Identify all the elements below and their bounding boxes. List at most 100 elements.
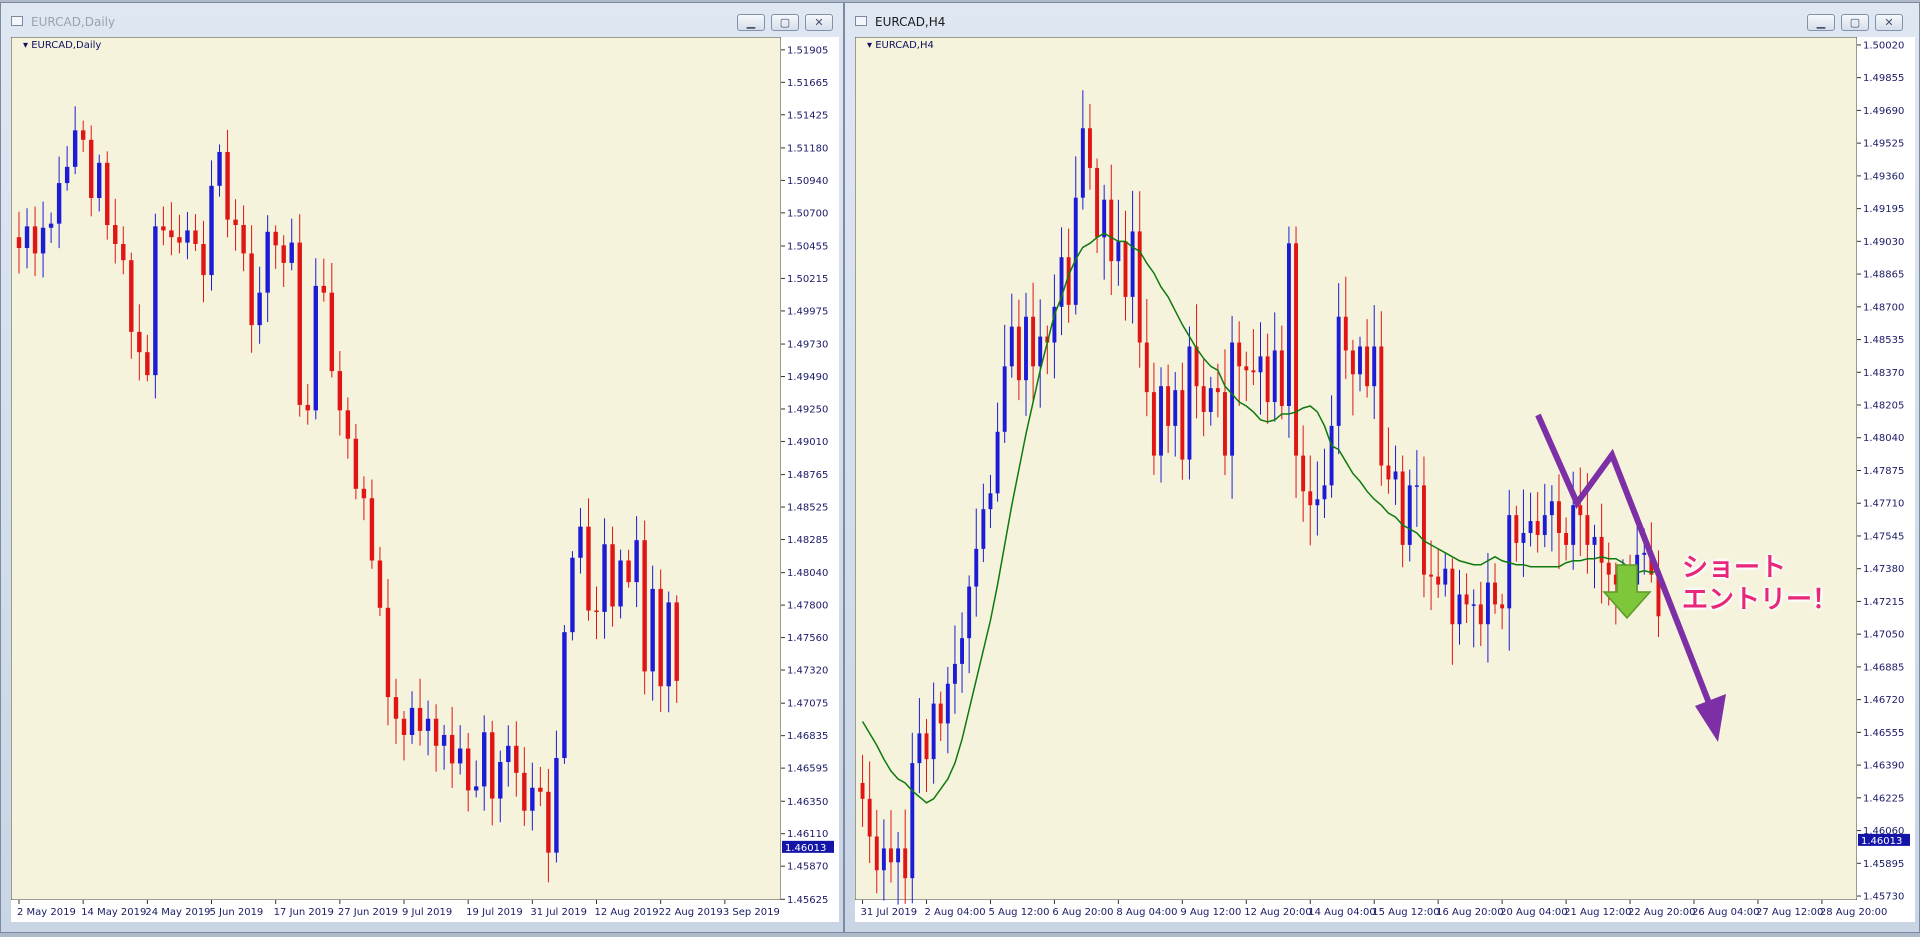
- h4-candle-body: [1038, 336, 1043, 367]
- daily-candle-body: [473, 786, 479, 791]
- daily-x-tick-label: 2 May 2019: [17, 907, 76, 918]
- h4-x-tick-label: 2 Aug 04:00: [925, 907, 986, 918]
- h4-candle-body: [903, 848, 908, 879]
- h4-candle-body: [1628, 570, 1632, 585]
- daily-candle-body: [64, 166, 70, 184]
- h4-candle-body: [1443, 568, 1448, 585]
- h4-candle-body: [1635, 554, 1640, 585]
- h4-x-tick-label: 6 Aug 20:00: [1052, 907, 1113, 918]
- h4-candle-body: [1279, 350, 1284, 407]
- h4-y-tick-label: 1.46720: [1863, 695, 1904, 706]
- h4-x-tick-label: 21 Aug 12:00: [1564, 907, 1631, 918]
- daily-candle-body: [441, 734, 447, 746]
- daily-x-tick-label: 17 Jun 2019: [274, 907, 334, 918]
- h4-candle-body: [1656, 574, 1661, 617]
- h4-candle-body: [1358, 346, 1362, 375]
- h4-candle-body: [1151, 392, 1156, 456]
- daily-candle-body: [506, 745, 511, 763]
- h4-y-tick-label: 1.46885: [1863, 662, 1904, 673]
- h4-candle-body: [1557, 501, 1561, 533]
- h4-candle-body: [1080, 128, 1085, 198]
- minimize-button[interactable]: ▁: [737, 14, 765, 31]
- h4-candle-body: [1528, 521, 1533, 533]
- daily-y-tick-label: 1.49730: [787, 340, 828, 351]
- h4-candle-body: [1642, 552, 1647, 555]
- daily-candle-body: [48, 223, 54, 228]
- daily-candle-body: [169, 230, 174, 238]
- h4-candle-body: [1201, 386, 1206, 412]
- daily-x-tick-label: 22 Aug 2019: [659, 907, 723, 918]
- daily-candle-body: [249, 253, 254, 326]
- h4-candle-body: [1159, 386, 1163, 456]
- daily-candle-body: [185, 230, 190, 243]
- h4-y-tick-label: 1.49690: [1863, 106, 1904, 117]
- daily-candle-body: [449, 734, 455, 764]
- daily-candle-body: [265, 231, 270, 293]
- daily-candle-body: [658, 588, 663, 687]
- maximize-button[interactable]: ▢: [1841, 14, 1869, 31]
- daily-candle-body: [72, 130, 78, 167]
- daily-y-tick-label: 1.50455: [787, 241, 828, 252]
- h4-candle-body: [1315, 499, 1320, 506]
- daily-candle-body: [177, 237, 182, 243]
- h4-x-tick-label: 5 Aug 12:00: [988, 907, 1049, 918]
- h4-y-tick-label: 1.48700: [1863, 302, 1904, 313]
- daily-candle-body: [610, 544, 615, 607]
- h4-candle-body: [1258, 356, 1263, 373]
- h4-y-tick-label: 1.46225: [1863, 793, 1904, 804]
- h4-y-tick-label: 1.49360: [1863, 171, 1904, 182]
- h4-candle-body: [1244, 366, 1249, 371]
- daily-title-bar[interactable]: EURCAD,Daily ▁ ▢ ✕: [1, 3, 843, 37]
- h4-candle-body: [1365, 346, 1370, 387]
- daily-x-tick-label: 3 Sep 2019: [723, 907, 780, 918]
- h4-candle-body: [1194, 346, 1199, 387]
- daily-y-tick-label: 1.51665: [787, 78, 828, 89]
- h4-candle-body: [1095, 167, 1100, 238]
- daily-candle-body: [498, 762, 503, 799]
- daily-candle-body: [16, 237, 22, 249]
- daily-candle-body: [273, 231, 278, 246]
- close-button[interactable]: ✕: [805, 14, 833, 31]
- h4-y-tick-label: 1.48535: [1863, 335, 1904, 346]
- daily-candle-body: [538, 787, 543, 792]
- daily-chart-window[interactable]: EURCAD,Daily ▁ ▢ ✕ ▾ EURCAD,Daily 1.51905…: [0, 2, 844, 933]
- daily-candle-body: [145, 352, 150, 376]
- h4-candle-body: [1308, 491, 1313, 506]
- daily-x-tick-label: 12 Aug 2019: [595, 907, 659, 918]
- h4-candle-body: [1599, 536, 1604, 563]
- daily-candle-body: [88, 139, 94, 198]
- maximize-button[interactable]: ▢: [771, 14, 799, 31]
- h4-candle-body: [1571, 505, 1576, 545]
- h4-candle-body: [917, 733, 922, 764]
- daily-chart-area[interactable]: ▾ EURCAD,Daily 1.51905 1.51665 1.51425 1.511…: [11, 37, 839, 922]
- h4-candle-body: [1393, 471, 1398, 480]
- daily-candle-body: [329, 292, 335, 372]
- daily-candle-body: [80, 130, 86, 140]
- daily-candle-body: [281, 245, 286, 263]
- daily-candle-body: [482, 732, 487, 787]
- daily-chart-svg: ▾ EURCAD,Daily 1.51905 1.51665 1.51425 1.511…: [11, 37, 839, 922]
- h4-candle-body: [1130, 231, 1135, 297]
- close-button[interactable]: ✕: [1875, 14, 1903, 31]
- daily-candle-body: [594, 610, 599, 613]
- h4-y-tick-label: 1.47380: [1863, 564, 1904, 575]
- h4-y-tick-label: 1.45895: [1863, 859, 1904, 870]
- daily-candle-body: [129, 260, 134, 332]
- daily-candle-body: [634, 540, 639, 583]
- h4-candle-body: [1649, 552, 1654, 575]
- h4-chart-area[interactable]: ▾ EURCAD,H4 1.50020 1.49855 1.49690 1.49525 1…: [855, 37, 1915, 922]
- h4-candle-body: [1230, 342, 1235, 456]
- h4-candle-body: [988, 493, 993, 510]
- daily-candle-body: [602, 544, 607, 612]
- h4-candle-body: [1002, 366, 1007, 432]
- minimize-button[interactable]: ▁: [1807, 14, 1835, 31]
- h4-chart-window[interactable]: EURCAD,H4 ▁ ▢ ✕ ▾ EURCAD,H4 1.50020 1.4985…: [844, 2, 1920, 933]
- h4-title-bar[interactable]: EURCAD,H4 ▁ ▢ ✕: [845, 3, 1919, 37]
- h4-candle-body: [1237, 342, 1242, 367]
- daily-x-tick-label: 27 Jun 2019: [338, 907, 398, 918]
- daily-y-tick-label: 1.48765: [787, 470, 828, 481]
- daily-candle-body: [105, 162, 110, 226]
- h4-candle-body: [1500, 604, 1505, 609]
- daily-y-tick-label: 1.48285: [787, 535, 828, 546]
- daily-x-tick-label: 14 May 2019: [81, 907, 146, 918]
